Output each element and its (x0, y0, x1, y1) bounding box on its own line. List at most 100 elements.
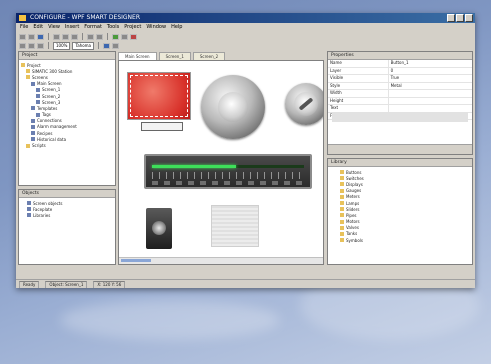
screen-icon (31, 131, 35, 136)
object-item[interactable]: Libraries (21, 212, 113, 218)
large-selector-knob[interactable] (201, 75, 265, 139)
title-bar: CONFIGURE - WPF SMART DESIGNER (16, 13, 475, 23)
screen-icon (36, 112, 40, 117)
library-item-label: Lamps (346, 200, 360, 206)
tree-item-label: Tags (42, 112, 51, 118)
tab-screen[interactable]: Screen_2 (192, 52, 226, 60)
property-value[interactable]: True (389, 75, 472, 82)
camera-symbol[interactable] (146, 208, 172, 249)
property-name: Text (328, 105, 389, 112)
menu-edit[interactable]: Edit (33, 23, 43, 31)
undo-icon[interactable] (87, 33, 94, 40)
folder-icon (340, 176, 344, 181)
objects-pane: Objects Screen objects Faceplate Libraries (18, 189, 116, 265)
layer-icon[interactable] (103, 42, 110, 49)
paste-icon[interactable] (71, 33, 78, 40)
project-tree-pane: Project Project SIMATIC 300 Station Screen… (18, 51, 116, 186)
folder-icon (340, 231, 344, 236)
property-row[interactable]: Height (328, 97, 472, 105)
close-button[interactable] (465, 14, 473, 22)
tab-screen[interactable]: Main Screen (118, 52, 157, 60)
object-icon (27, 213, 31, 218)
properties-pane: Properties Name Button_1 Layer 0 Visible True… (327, 51, 473, 155)
zoom-select[interactable]: 100% (53, 41, 71, 50)
status-cell: Ready (19, 281, 40, 288)
property-name: Height (328, 97, 389, 104)
graphic-view[interactable] (211, 205, 259, 247)
redo-icon[interactable] (96, 33, 103, 40)
cut-icon[interactable] (53, 33, 60, 40)
app-icon (19, 15, 26, 21)
tab-screen[interactable]: Screen_1 (158, 52, 191, 60)
library-item-label: Valves (346, 225, 359, 231)
folder-icon (340, 170, 344, 175)
property-name: Width (328, 90, 389, 97)
screen-icon (31, 124, 35, 129)
property-row[interactable]: Visible True (328, 75, 472, 83)
object-item-label: Libraries (33, 212, 51, 218)
save-icon[interactable] (37, 33, 44, 40)
screen-icon (31, 106, 35, 111)
align-center-icon[interactable] (28, 42, 35, 49)
property-row[interactable]: Layer 0 (328, 67, 472, 75)
minimize-button[interactable] (447, 14, 455, 22)
property-value[interactable]: 0 (389, 68, 472, 75)
copy-icon[interactable] (62, 33, 69, 40)
menu-help[interactable]: Help (171, 23, 182, 31)
objects-title: Objects (19, 190, 115, 198)
align-left-icon[interactable] (19, 42, 26, 49)
project-tree-title: Project (19, 52, 115, 60)
menu-file[interactable]: File (20, 23, 28, 31)
toolbar-separator (107, 33, 108, 40)
grid-icon[interactable] (112, 42, 119, 49)
folder-icon (340, 219, 344, 224)
tree-item[interactable]: Scripts (21, 142, 113, 148)
alarm-panel[interactable] (127, 72, 191, 120)
properties-footer (328, 144, 472, 154)
menu-project[interactable]: Project (124, 23, 141, 31)
rotary-switch[interactable] (285, 83, 323, 125)
folder-icon (340, 188, 344, 193)
design-canvas[interactable] (118, 60, 324, 265)
property-value[interactable] (389, 105, 472, 112)
menu-format[interactable]: Format (84, 23, 102, 31)
meter-scale (152, 181, 304, 185)
maximize-button[interactable] (456, 14, 464, 22)
font-select[interactable]: Tahoma (72, 41, 94, 50)
object-item-label: Faceplate (33, 206, 53, 212)
bar-meter[interactable] (144, 154, 312, 189)
scroll-thumb[interactable] (121, 259, 151, 262)
selection-frame (130, 75, 188, 117)
folder-icon (26, 75, 30, 80)
property-row[interactable]: Style Metal (328, 82, 472, 90)
menu-window[interactable]: Window (146, 23, 166, 31)
property-row[interactable]: Name Button_1 (328, 60, 472, 68)
menu-insert[interactable]: Insert (65, 23, 79, 31)
properties-scroll-area[interactable] (332, 112, 468, 122)
property-name: Layer (328, 67, 389, 74)
io-field[interactable] (141, 122, 183, 131)
object-icon (27, 207, 31, 212)
download-icon[interactable] (121, 33, 128, 40)
property-row[interactable]: Width (328, 90, 472, 98)
toolbar-separator (48, 33, 49, 40)
properties-title: Properties (328, 52, 472, 60)
property-value[interactable]: Metal (389, 83, 472, 90)
object-item-label: Screen objects (33, 200, 63, 206)
folder-icon (340, 201, 344, 206)
canvas-horizontal-scrollbar[interactable] (119, 257, 323, 264)
menu-tools[interactable]: Tools (107, 23, 119, 31)
menu-view[interactable]: View (48, 23, 60, 31)
library-item[interactable]: Symbols (340, 237, 470, 243)
align-right-icon[interactable] (37, 42, 44, 49)
toolbar-separator (98, 42, 99, 49)
compile-icon[interactable] (112, 33, 119, 40)
new-icon[interactable] (19, 33, 26, 40)
screen-icon (36, 87, 40, 92)
open-icon[interactable] (28, 33, 35, 40)
property-value[interactable] (389, 98, 472, 105)
property-value[interactable] (389, 90, 472, 97)
property-value[interactable]: Button_1 (389, 60, 472, 67)
stop-icon[interactable] (130, 33, 137, 40)
library-item-label: Displays (346, 181, 363, 187)
